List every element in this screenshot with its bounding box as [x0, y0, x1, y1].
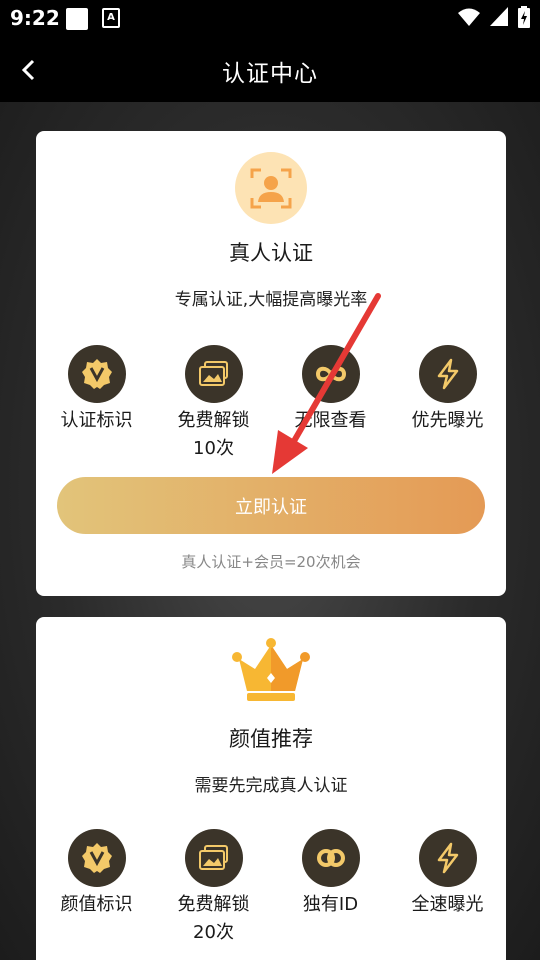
verify-now-button[interactable]: 立即认证 — [57, 477, 485, 534]
perk-sub: 10次 — [193, 438, 234, 459]
perk-item: 认证标识 — [38, 345, 155, 463]
perk-item: 免费解锁 10次 — [155, 345, 272, 463]
card-subtitle: 需要先完成真人认证 — [194, 776, 348, 796]
signal-icon — [490, 7, 508, 26]
status-icons — [458, 6, 530, 28]
perk-label: 认证标识 — [60, 410, 133, 431]
v-badge-icon — [67, 345, 126, 403]
perk-list: 认证标识 免费解锁 10次 无限查看 优先曝光 — [36, 345, 506, 463]
lightning-icon — [418, 345, 477, 403]
perk-sub: 20次 — [193, 922, 234, 943]
card-title: 真人认证 — [229, 241, 313, 265]
lightning-icon — [418, 829, 477, 887]
face-scan-icon — [235, 152, 307, 224]
notification-icon — [66, 8, 88, 30]
verification-note: 真人认证+会员=20次机会 — [181, 553, 361, 571]
perk-label: 免费解锁 — [177, 894, 250, 915]
status-time: 9:22 — [10, 6, 60, 30]
content-area: 真人认证 专属认证,大幅提高曝光率 认证标识 免费解锁 10次 无限查看 优先曝… — [0, 102, 540, 960]
v-badge-icon — [67, 829, 126, 887]
id-rings-icon — [301, 829, 360, 887]
app-notification-icon: A — [102, 8, 120, 28]
crown-icon — [232, 638, 310, 701]
perk-item: 颜值标识 — [38, 829, 155, 947]
perk-item: 独有ID — [272, 829, 389, 947]
perk-list: 颜值标识 免费解锁 20次 独有ID 全速曝光 — [36, 829, 506, 947]
nav-bar: 认证中心 — [0, 36, 540, 102]
beauty-recommend-card: 颜值推荐 需要先完成真人认证 颜值标识 免费解锁 20次 独有ID 全速曝光 — [36, 617, 506, 960]
perk-label: 无限查看 — [294, 410, 367, 431]
status-bar: 9:22 A — [0, 0, 540, 36]
card-subtitle: 专属认证,大幅提高曝光率 — [174, 290, 368, 310]
card-title: 颜值推荐 — [229, 727, 313, 751]
perk-item: 免费解锁 20次 — [155, 829, 272, 947]
perk-item: 优先曝光 — [389, 345, 506, 463]
battery-icon — [518, 6, 530, 28]
perk-label: 颜值标识 — [60, 894, 133, 915]
perk-label: 优先曝光 — [411, 410, 484, 431]
perk-item: 全速曝光 — [389, 829, 506, 947]
real-person-card: 真人认证 专属认证,大幅提高曝光率 认证标识 免费解锁 10次 无限查看 优先曝… — [36, 131, 506, 596]
page-title: 认证中心 — [222, 61, 318, 87]
wifi-icon — [458, 8, 480, 26]
photos-icon — [184, 345, 243, 403]
infinity-icon — [301, 345, 360, 403]
perk-item: 无限查看 — [272, 345, 389, 463]
perk-label: 免费解锁 — [177, 410, 250, 431]
photos-icon — [184, 829, 243, 887]
perk-label: 独有ID — [302, 894, 359, 915]
perk-label: 全速曝光 — [411, 894, 484, 915]
